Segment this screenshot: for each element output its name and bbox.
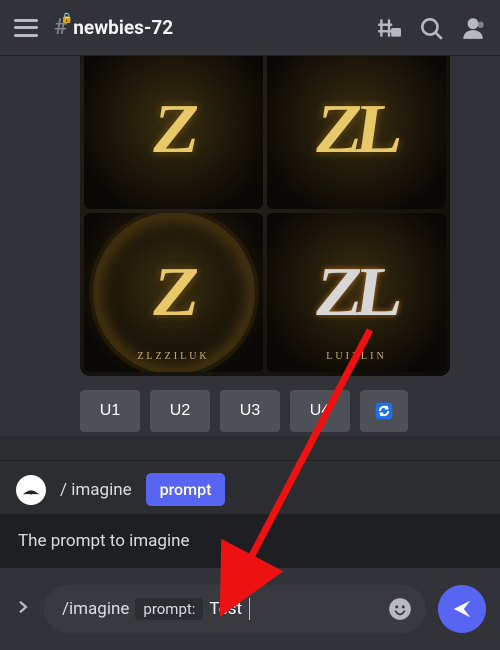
bot-avatar — [16, 475, 46, 505]
message-area: Z ZL Z ZLZZILUK ZL LUIZLIN U1 U2 U3 U4 — [0, 56, 500, 436]
prompt-chip[interactable]: prompt — [146, 473, 226, 506]
image-tile-1: Z — [84, 56, 263, 209]
image-tile-2: ZL — [267, 56, 446, 209]
u3-button[interactable]: U3 — [220, 390, 280, 432]
image-tile-4: ZL LUIZLIN — [267, 213, 446, 372]
chevron-right-icon[interactable] — [14, 597, 32, 622]
message-input[interactable]: /imagine prompt: Test — [44, 585, 426, 633]
search-icon[interactable] — [418, 15, 444, 41]
members-icon[interactable] — [460, 15, 486, 41]
input-slash-command: /imagine — [62, 599, 129, 619]
app-header: #🔒 newbies-72 — [0, 0, 500, 56]
u4-button[interactable]: U4 — [290, 390, 350, 432]
input-param-chip: prompt: — [135, 598, 203, 620]
threads-icon[interactable] — [376, 15, 402, 41]
input-bar: /imagine prompt: Test — [0, 568, 500, 650]
u2-button[interactable]: U2 — [150, 390, 210, 432]
channel-title[interactable]: #🔒 newbies-72 — [54, 15, 173, 40]
text-cursor — [249, 598, 250, 620]
channel-name: newbies-72 — [73, 16, 173, 39]
hamburger-icon[interactable] — [14, 19, 38, 37]
refresh-icon — [374, 401, 394, 421]
u1-button[interactable]: U1 — [80, 390, 140, 432]
command-helper[interactable]: / imagine prompt — [0, 460, 500, 514]
send-button[interactable] — [438, 585, 486, 633]
generated-image-grid[interactable]: Z ZL Z ZLZZILUK ZL LUIZLIN — [80, 56, 450, 376]
hash-lock-icon: #🔒 — [54, 15, 67, 40]
command-name: / imagine — [60, 480, 132, 500]
hint-text: The prompt to imagine — [18, 531, 190, 551]
image-tile-3: Z ZLZZILUK — [84, 213, 263, 372]
parameter-hint: The prompt to imagine — [0, 514, 500, 568]
input-typed-text: Test — [209, 599, 242, 619]
reroll-button[interactable] — [360, 390, 408, 432]
emoji-icon[interactable] — [384, 593, 416, 625]
sailboat-icon — [21, 480, 41, 500]
send-icon — [451, 598, 473, 620]
upscale-button-row: U1 U2 U3 U4 — [80, 390, 482, 432]
